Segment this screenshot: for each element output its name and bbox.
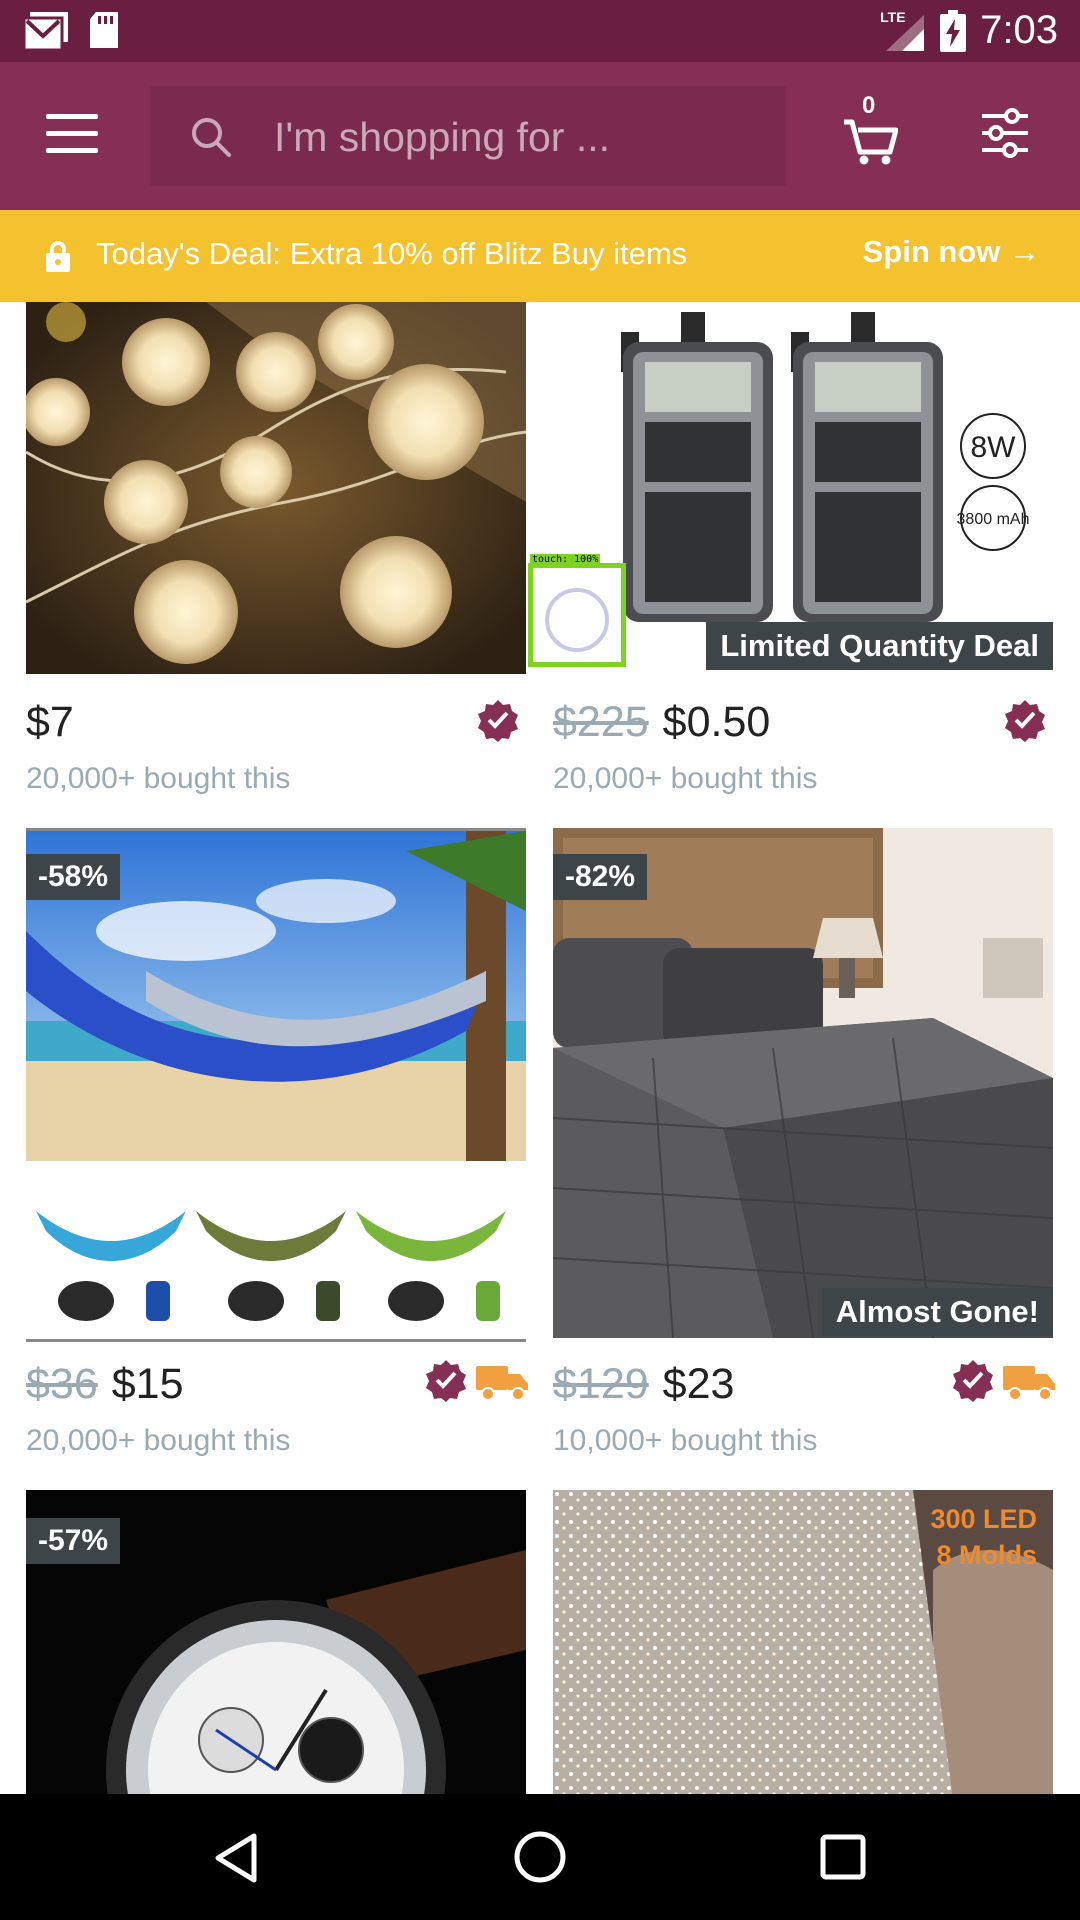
product-image[interactable] xyxy=(553,828,1053,1338)
product-card[interactable]: -82% Almost Gone! $129 $23 10,000+ bought… xyxy=(553,828,1055,1468)
limited-quantity-tag: Limited Quantity Deal xyxy=(706,622,1053,670)
recents-icon[interactable] xyxy=(820,1834,866,1880)
bought-count: 10,000+ bought this xyxy=(553,1424,818,1457)
price: $7 xyxy=(26,698,74,747)
hamburger-icon[interactable] xyxy=(46,114,98,154)
home-icon[interactable] xyxy=(513,1830,567,1884)
product-image[interactable]: 8W 3800 mAh xyxy=(553,302,1053,674)
image-text-mah: 3800 mAh xyxy=(957,511,1030,528)
app-header: I'm shopping for ... 0 xyxy=(0,62,1080,210)
fast-shipping-truck-icon xyxy=(476,1366,528,1401)
product-grid: $7 20,000+ bought this 8W 3800 mAh Limit… xyxy=(0,302,1080,1794)
search-bar[interactable]: I'm shopping for ... xyxy=(150,86,786,186)
verified-icon xyxy=(478,700,518,742)
battery-charging-icon xyxy=(940,9,967,52)
current-price: $0.50 xyxy=(662,698,771,746)
search-icon xyxy=(192,118,231,157)
sd-card-icon xyxy=(90,12,118,48)
original-price: $36 xyxy=(26,1360,98,1408)
product-card[interactable]: -57% xyxy=(26,1490,526,1794)
system-nav-bar xyxy=(0,1794,1080,1920)
signal-icon xyxy=(886,14,925,51)
product-card[interactable]: 8W 3800 mAh Limited Quantity Deal $225 $0… xyxy=(553,302,1053,822)
gmail-icon xyxy=(24,12,68,52)
price: $36 $15 xyxy=(26,1360,184,1409)
current-price: $15 xyxy=(111,1360,184,1408)
product-card[interactable]: 300 LED 8 Molds xyxy=(553,1490,1053,1794)
deal-banner[interactable]: Today's Deal: Extra 10% off Blitz Buy it… xyxy=(0,210,1080,302)
original-price: $129 xyxy=(553,1360,649,1408)
current-price: $7 xyxy=(26,698,74,746)
verified-icon xyxy=(1005,700,1045,742)
price: $225 $0.50 xyxy=(553,698,770,747)
bought-count: 20,000+ bought this xyxy=(553,762,818,795)
back-icon[interactable] xyxy=(212,1832,260,1884)
verified-icon xyxy=(426,1360,466,1402)
cart-button[interactable]: 0 xyxy=(842,92,898,166)
image-text-led: 300 LED xyxy=(930,1504,1037,1534)
spin-now-link[interactable]: Spin now → xyxy=(863,234,1040,270)
lock-icon xyxy=(46,241,70,272)
clock: 7:03 xyxy=(980,8,1058,52)
deal-text: Today's Deal: Extra 10% off Blitz Buy it… xyxy=(96,236,688,271)
discount-badge: -57% xyxy=(26,1518,121,1564)
current-price: $23 xyxy=(662,1360,735,1408)
fast-shipping-truck-icon xyxy=(1003,1366,1055,1401)
cart-count-badge: 0 xyxy=(862,92,876,119)
image-text-molds: 8 Molds xyxy=(936,1540,1037,1570)
touch-indicator xyxy=(528,563,626,667)
almost-gone-tag: Almost Gone! xyxy=(821,1288,1053,1336)
product-card[interactable]: $7 20,000+ bought this xyxy=(26,302,526,822)
verified-icon xyxy=(953,1360,993,1402)
filter-sliders-icon xyxy=(982,108,1028,158)
filter-button[interactable] xyxy=(980,108,1030,158)
product-image[interactable] xyxy=(553,1490,1053,1794)
bought-count: 20,000+ bought this xyxy=(26,1424,291,1457)
price: $129 $23 xyxy=(553,1360,734,1409)
product-image[interactable] xyxy=(26,828,526,1342)
search-input[interactable]: I'm shopping for ... xyxy=(274,114,610,161)
status-bar: LTE 7:03 xyxy=(0,0,1080,62)
discount-badge: -82% xyxy=(553,854,648,900)
bought-count: 20,000+ bought this xyxy=(26,762,291,795)
image-text-8w: 8W xyxy=(971,431,1017,464)
discount-badge: -58% xyxy=(26,854,121,900)
original-price: $225 xyxy=(553,698,649,746)
product-image[interactable] xyxy=(26,302,526,674)
product-card[interactable]: -58% $36 $15 20,000+ bought this xyxy=(26,828,528,1468)
